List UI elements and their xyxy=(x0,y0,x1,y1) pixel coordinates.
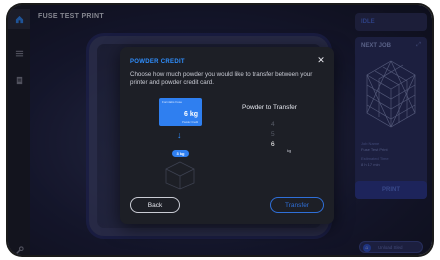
picker-selected-option[interactable]: 6 xyxy=(271,141,275,148)
transfer-amount-pill: 3 kg xyxy=(172,150,189,157)
card-amount: 6 kg xyxy=(183,111,198,118)
powder-credit-card: Formlabs Fuse 6 kg Powder Credit xyxy=(159,98,202,126)
powder-credit-dialog: POWDER CREDIT ✕ Choose how much powder y… xyxy=(120,47,334,224)
dialog-description: Choose how much powder you would like to… xyxy=(130,71,313,86)
printer-cube-icon xyxy=(165,161,195,190)
picker-unit: kg xyxy=(287,148,292,153)
back-button[interactable]: Back xyxy=(130,197,180,213)
powder-to-transfer-label: Powder to Transfer xyxy=(242,104,297,111)
transfer-button[interactable]: Transfer xyxy=(270,197,324,213)
picker-option[interactable]: 5 xyxy=(271,131,275,138)
dialog-title: POWDER CREDIT xyxy=(130,59,185,65)
close-icon[interactable]: ✕ xyxy=(316,55,326,65)
picker-option[interactable]: 4 xyxy=(271,121,275,128)
card-brand: Formlabs Fuse xyxy=(162,100,183,104)
arrow-down-icon: ↓ xyxy=(177,130,182,140)
card-sub: Powder Credit xyxy=(182,121,198,124)
